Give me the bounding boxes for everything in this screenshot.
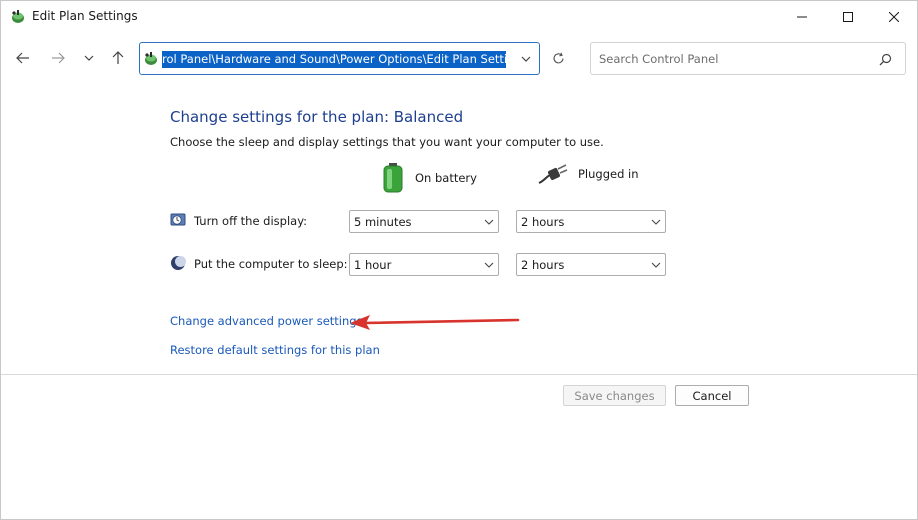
power-options-icon [12,10,24,23]
close-button[interactable] [871,1,917,33]
chevron-down-icon [484,219,494,225]
address-bar[interactable]: rol Panel\Hardware and Sound\Power Optio… [139,42,540,75]
title-bar: Edit Plan Settings [1,1,917,33]
save-changes-button[interactable]: Save changes [563,385,666,406]
up-button[interactable] [107,47,129,69]
chevron-down-icon [651,262,661,268]
main-content: Change settings for the plan: Balanced C… [1,85,917,375]
sleep-timeout-plugged-select[interactable]: 2 hours [516,253,666,276]
on-battery-header: On battery [381,163,477,193]
forward-button[interactable] [47,47,69,69]
maximize-button[interactable] [825,1,871,33]
footer-divider [1,374,917,375]
restore-default-settings-link[interactable]: Restore default settings for this plan [170,343,380,357]
address-history-button[interactable] [517,51,535,67]
display-timeout-row: Turn off the display: 5 minutes 2 hours [170,210,670,234]
minimize-icon [797,16,807,18]
chevron-down-icon [84,55,94,61]
search-icon[interactable] [879,53,892,66]
back-button[interactable] [12,47,34,69]
on-battery-label: On battery [415,171,477,185]
moon-sleep-icon [171,256,186,270]
arrow-up-icon [112,51,124,64]
sleep-timeout-battery-select[interactable]: 1 hour [349,253,499,276]
edit-plan-settings-window: Edit Plan Settings rol Panel\Hardware an… [0,0,918,520]
plug-icon [538,164,568,184]
arrow-right-icon [52,52,65,64]
window-title: Edit Plan Settings [32,9,138,23]
search-input[interactable]: Search Control Panel [599,52,718,66]
sleep-timeout-row: Put the computer to sleep: 1 hour 2 hour… [170,253,670,277]
refresh-icon [552,52,564,63]
minimize-button[interactable] [779,1,825,33]
chevron-down-icon [484,262,494,268]
page-description: Choose the sleep and display settings th… [170,135,604,149]
page-title: Change settings for the plan: Balanced [170,108,464,126]
display-timer-icon [170,213,186,226]
recent-locations-button[interactable] [78,47,100,69]
chevron-down-icon [521,56,531,62]
plugged-in-label: Plugged in [578,167,639,181]
change-advanced-power-settings-link[interactable]: Change advanced power settings [170,314,363,328]
navigation-bar: rol Panel\Hardware and Sound\Power Optio… [1,33,917,85]
select-value: 1 hour [354,258,392,272]
arrow-left-icon [16,52,29,64]
sleep-timeout-label: Put the computer to sleep: [194,257,348,271]
select-value: 2 hours [521,258,565,272]
plugged-in-header: Plugged in [538,163,639,185]
display-timeout-label: Turn off the display: [194,214,308,228]
chevron-down-icon [651,219,661,225]
battery-icon [383,163,403,193]
select-value: 2 hours [521,215,565,229]
search-box[interactable]: Search Control Panel [590,42,906,75]
display-timeout-plugged-select[interactable]: 2 hours [516,210,666,233]
address-path[interactable]: rol Panel\Hardware and Sound\Power Optio… [162,51,506,68]
cancel-button[interactable]: Cancel [675,385,749,406]
annotation-arrow [350,315,520,330]
maximize-icon [843,12,853,22]
power-options-icon [145,52,157,65]
display-timeout-battery-select[interactable]: 5 minutes [349,210,499,233]
close-icon [889,12,899,22]
refresh-button[interactable] [547,47,569,69]
select-value: 5 minutes [354,215,412,229]
